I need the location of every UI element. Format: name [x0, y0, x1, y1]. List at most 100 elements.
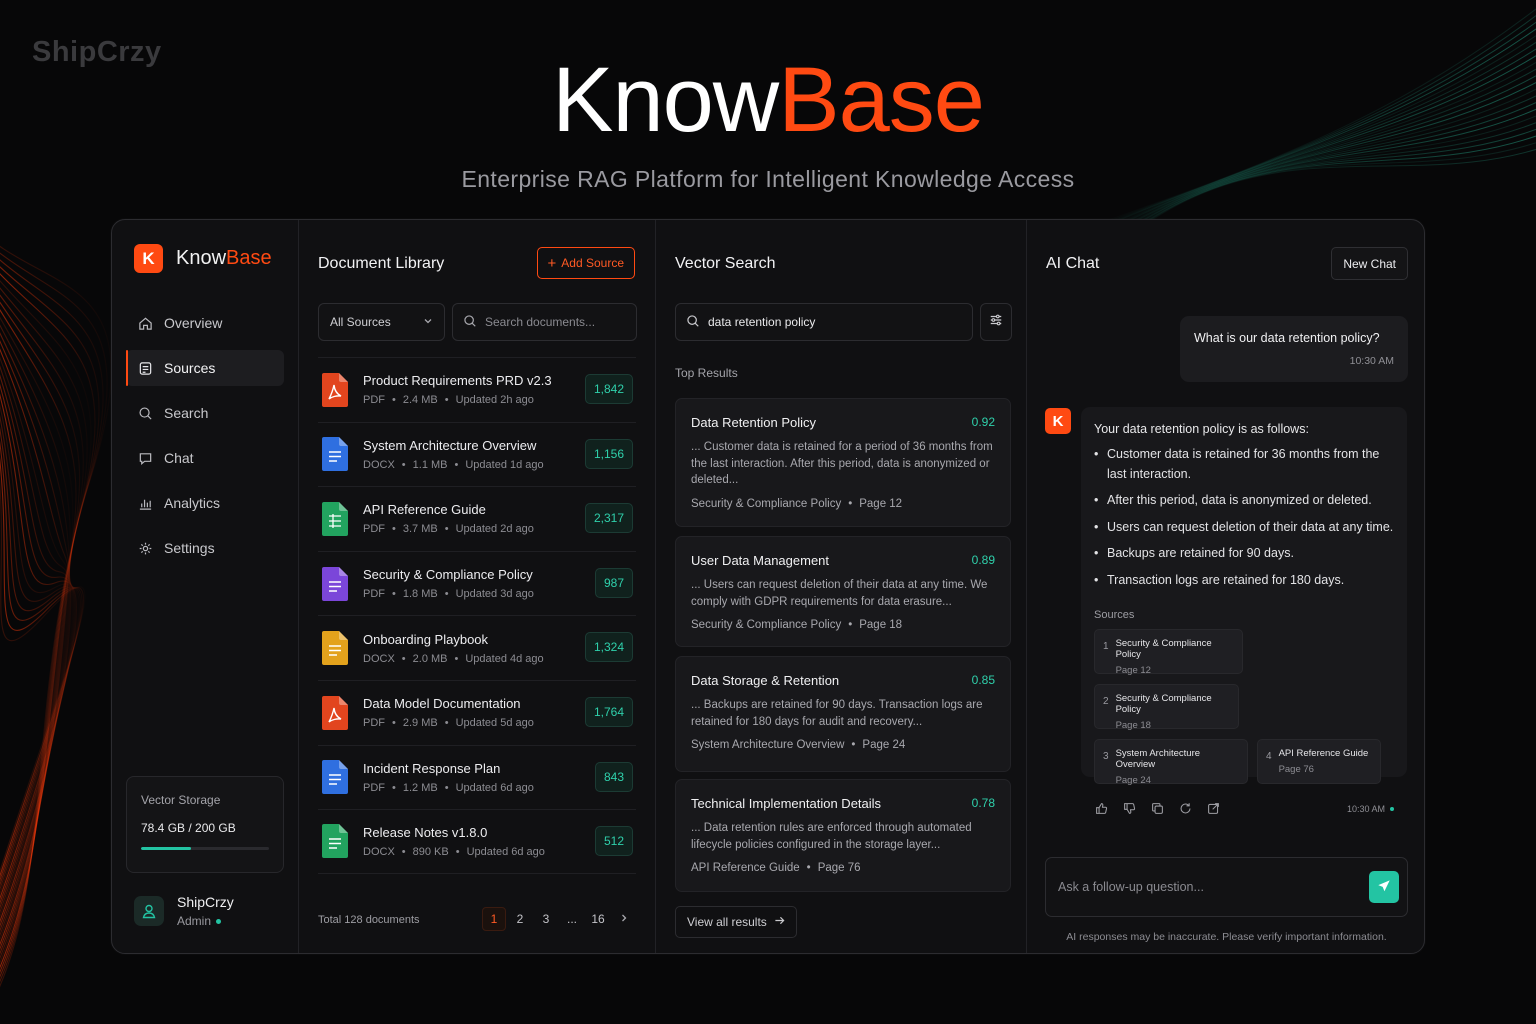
result-page: Page 12: [859, 497, 903, 510]
result-snippet: ... Users can request deletion of their …: [691, 579, 988, 608]
result-source-name: System Architecture Overview: [691, 739, 845, 751]
list-item: Customer data is retained for 36 months …: [1094, 445, 1394, 484]
document-name: Onboarding Playbook: [363, 631, 489, 647]
next-page-button[interactable]: [612, 907, 636, 931]
citation-number: 3: [1103, 751, 1109, 762]
document-meta: PDF • 2.4 MB • Updated 2h ago: [363, 394, 552, 406]
thumbs-up-icon[interactable]: [1094, 801, 1109, 816]
new-chat-button[interactable]: New Chat: [1331, 247, 1408, 280]
list-item: Users can request deletion of their data…: [1094, 518, 1394, 538]
table-row[interactable]: System Architecture Overview DOCX • 1.1 MB •…: [318, 421, 636, 487]
source-citation-chip[interactable]: 3 System Architecture Overview Page 24: [1094, 739, 1248, 786]
document-name: Product Requirements PRD v2.3: [363, 373, 552, 389]
document-size: 2.4 MB: [402, 394, 438, 407]
brand[interactable]: K KnowBase: [134, 244, 272, 273]
view-all-results-button[interactable]: View all results: [675, 906, 797, 938]
thumbs-down-icon[interactable]: [1122, 801, 1137, 816]
brand-name-base: Base: [226, 247, 272, 269]
vector-search-input[interactable]: data retention policy: [675, 303, 973, 341]
table-row[interactable]: Product Requirements PRD v2.3 PDF • 2.4 MB •…: [318, 357, 636, 422]
bar-chart-icon: [137, 495, 153, 511]
meta-separator: •: [392, 394, 396, 407]
delivered-dot: [1390, 807, 1394, 812]
search-icon: [686, 314, 700, 331]
source-citation-chip[interactable]: 1 Security & Compliance Policy Page 12: [1094, 629, 1243, 676]
document-meta: DOCX • 890 KB • Updated 6d ago: [363, 846, 545, 858]
search-result-card[interactable]: Technical Implementation Details 0.78 ... …: [675, 779, 1011, 892]
document-info: Incident Response Plan PDF • 1.2 MB • Updated…: [363, 761, 534, 794]
meta-separator: •: [444, 781, 449, 794]
send-button[interactable]: [1369, 871, 1399, 903]
user-message: What is our data retention policy? 10:30…: [1180, 316, 1408, 382]
document-updated: Updated 4d ago: [465, 652, 544, 665]
wave-line: [0, 340, 71, 928]
user-profile[interactable]: ShipCrzy Admin: [134, 894, 234, 928]
document-info: Onboarding Playbook DOCX • 2.0 MB • Updated 4…: [363, 632, 544, 665]
source-citation-chip[interactable]: 4 API Reference Guide Page 76: [1257, 739, 1381, 784]
wave-line: [0, 440, 83, 882]
document-search-input[interactable]: Search documents...: [452, 303, 637, 341]
result-page: Page 24: [862, 739, 906, 751]
citation-page: Page 12: [1115, 665, 1151, 676]
search-result-card[interactable]: User Data Management 0.89 ... Users can re…: [675, 536, 1011, 647]
sidebar-item-analytics[interactable]: Analytics: [126, 485, 284, 521]
sidebar: K KnowBase Overview Sources Search Chat: [112, 220, 299, 953]
regenerate-icon[interactable]: [1178, 801, 1193, 816]
sidebar-item-settings[interactable]: Settings: [126, 530, 284, 566]
chunk-count-badge: 512: [594, 826, 633, 857]
hero-title-base: Base: [778, 49, 985, 151]
user-message-text: What is our data retention policy?: [1194, 331, 1380, 345]
page-button[interactable]: 3: [534, 907, 558, 931]
page-button[interactable]: 16: [586, 907, 610, 931]
citation-info: Security & Compliance Policy Page 18: [1116, 693, 1229, 731]
wave-line: [0, 309, 77, 946]
add-source-button[interactable]: + Add Source: [536, 247, 635, 279]
wave-line: [0, 245, 112, 988]
document-info: Release Notes v1.8.0 DOCX • 890 KB • Updated …: [363, 825, 545, 858]
document-info: System Architecture Overview DOCX • 1.1 MB •…: [363, 438, 544, 471]
document-type: PDF: [363, 523, 385, 536]
table-row[interactable]: Onboarding Playbook DOCX • 2.0 MB • Updated 4…: [318, 615, 636, 680]
table-row[interactable]: Incident Response Plan PDF • 1.2 MB • Updated…: [318, 744, 636, 810]
meta-separator: •: [401, 458, 406, 471]
search-result-card[interactable]: Data Retention Policy 0.92 ... Customer da…: [675, 398, 1011, 527]
meta-separator: •: [401, 845, 406, 858]
wave-line: [0, 365, 74, 914]
source-citation-chip[interactable]: 2 Security & Compliance Policy Page 18: [1094, 684, 1239, 731]
wave-line: [0, 287, 88, 960]
sidebar-item-chat[interactable]: Chat: [126, 440, 284, 476]
table-row[interactable]: Security & Compliance Policy PDF • 1.8 MB • U…: [318, 550, 636, 616]
copy-icon[interactable]: [1150, 801, 1165, 816]
result-header: Data Storage & Retention 0.85: [691, 673, 995, 688]
meta-separator: •: [392, 717, 396, 730]
sidebar-item-overview[interactable]: Overview: [126, 305, 284, 341]
search-result-card[interactable]: Data Storage & Retention 0.85 ... Backups …: [675, 656, 1011, 772]
table-row[interactable]: API Reference Guide PDF • 3.7 MB • Updated 2d…: [318, 486, 636, 551]
sources-label: Sources: [1094, 609, 1135, 621]
share-icon[interactable]: [1206, 801, 1221, 816]
source-filter-select[interactable]: All Sources: [318, 303, 445, 341]
similarity-score: 0.92: [971, 415, 995, 429]
table-row[interactable]: Data Model Documentation PDF • 2.9 MB • Updat…: [318, 679, 636, 745]
meta-separator: •: [848, 497, 853, 510]
document-size: 1.8 MB: [402, 588, 438, 601]
document-type: DOCX: [363, 845, 395, 858]
doc-file-icon: [322, 566, 348, 601]
page-button[interactable]: 2: [508, 907, 532, 931]
chat-input[interactable]: Ask a follow-up question...: [1045, 857, 1408, 917]
document-updated: Updated 3d ago: [455, 588, 534, 601]
citation-title: System Architecture Overview: [1115, 748, 1201, 770]
hero-title-know: Know: [552, 49, 779, 151]
filter-button[interactable]: [980, 303, 1012, 341]
sidebar-item-sources[interactable]: Sources: [126, 350, 284, 386]
user-name: ShipCrzy: [177, 894, 234, 910]
table-row[interactable]: Release Notes v1.8.0 DOCX • 890 KB • Updated …: [318, 809, 636, 874]
meta-separator: •: [455, 845, 460, 858]
meta-separator: •: [806, 862, 811, 874]
page-button[interactable]: 1: [482, 907, 506, 931]
sidebar-item-label: Sources: [164, 360, 216, 376]
sidebar-item-search[interactable]: Search: [126, 395, 284, 431]
document-size: 1.2 MB: [402, 781, 438, 794]
result-header: Technical Implementation Details 0.78: [691, 796, 995, 811]
brand-logo: K: [134, 244, 163, 273]
